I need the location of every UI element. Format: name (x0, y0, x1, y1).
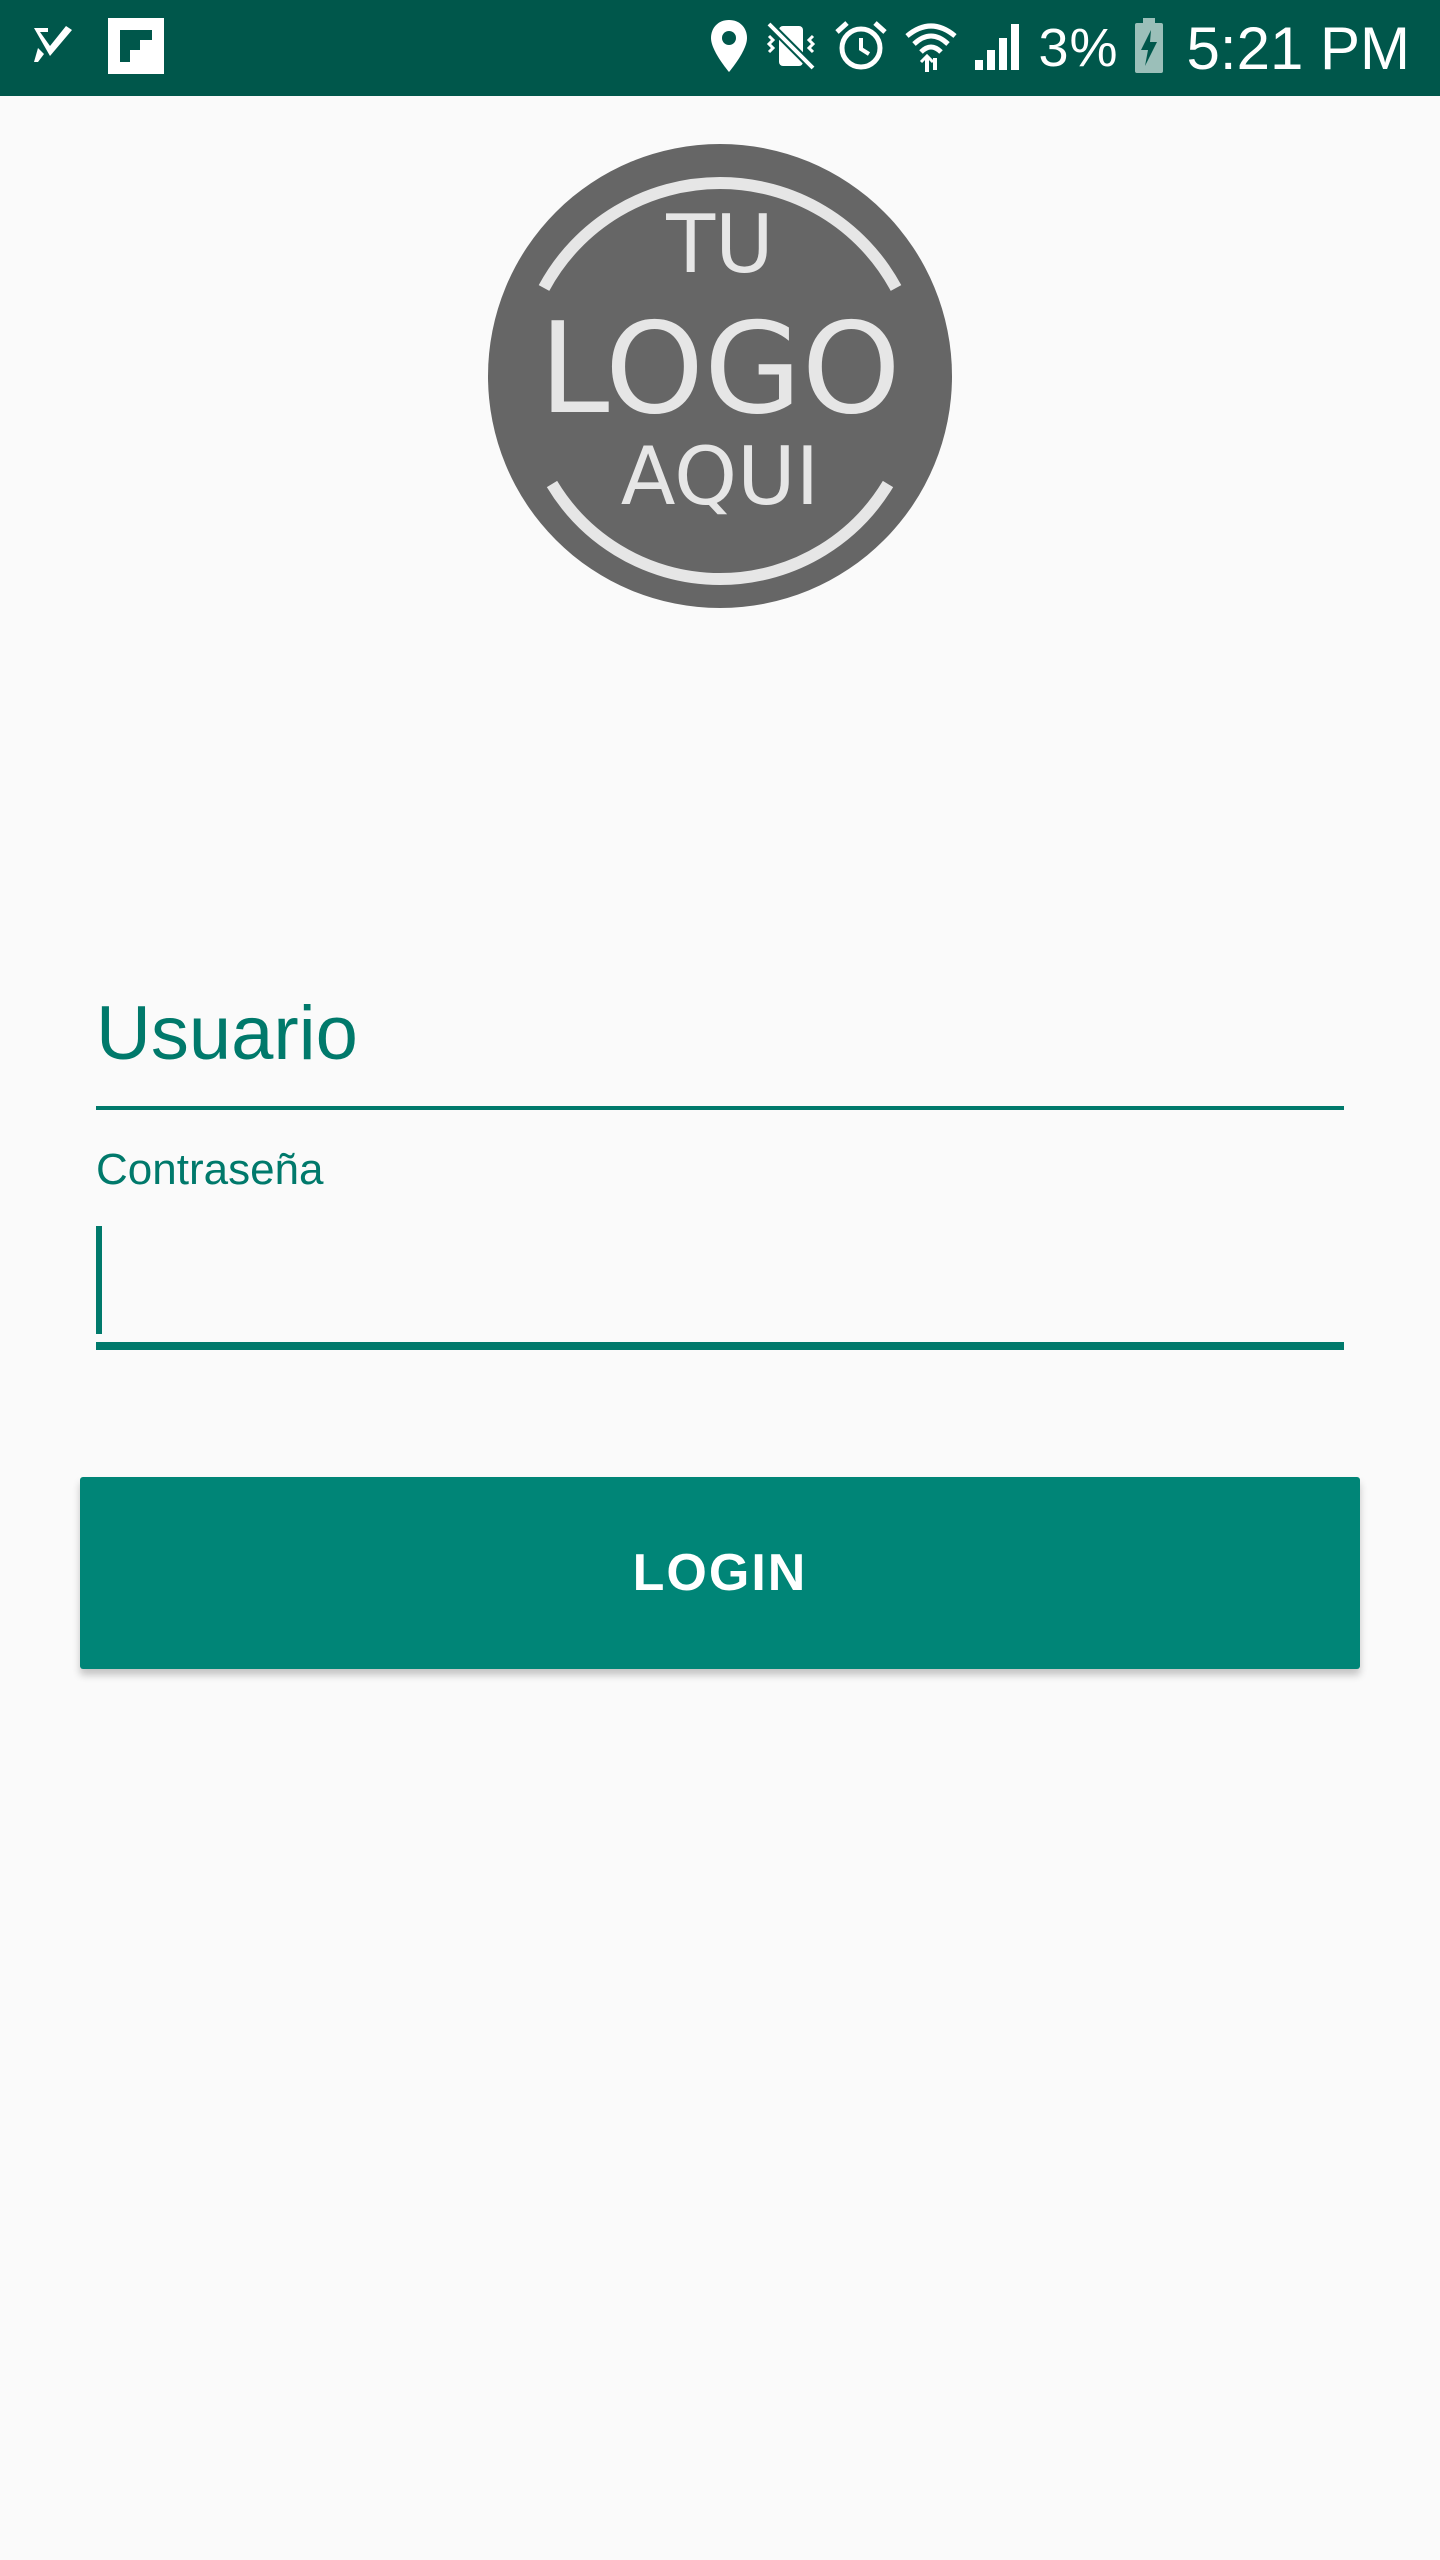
location-icon (709, 18, 749, 79)
status-bar-left (30, 17, 164, 79)
login-button[interactable]: LOGIN (80, 1477, 1360, 1669)
status-bar: 3% 5:21 PM (0, 0, 1440, 96)
password-label: Contraseña (96, 1145, 324, 1194)
logo-line-3: AQUI (621, 430, 819, 523)
status-bar-right: 3% 5:21 PM (709, 12, 1410, 84)
text-cursor (96, 1226, 102, 1334)
flipboard-icon (108, 17, 164, 79)
battery-icon (1133, 17, 1165, 79)
battery-percent: 3% (1038, 18, 1119, 78)
logo-line-2: LOGO (539, 295, 901, 442)
logo-line-1: TU (665, 198, 773, 291)
password-field[interactable]: Contraseña (96, 1140, 1344, 1350)
username-underline (96, 1106, 1344, 1110)
app-logo: TU LOGO AQUI (488, 144, 952, 608)
vibrate-mute-icon (763, 18, 819, 79)
password-underline (96, 1342, 1344, 1350)
username-field[interactable]: Usuario (96, 976, 1344, 1110)
alarm-icon (833, 18, 889, 79)
clock-time: 5:21 PM (1186, 14, 1410, 82)
signal-icon (973, 20, 1025, 77)
username-hint: Usuario (96, 991, 358, 1076)
check-app-icon (30, 22, 78, 75)
wifi-icon (903, 18, 959, 79)
